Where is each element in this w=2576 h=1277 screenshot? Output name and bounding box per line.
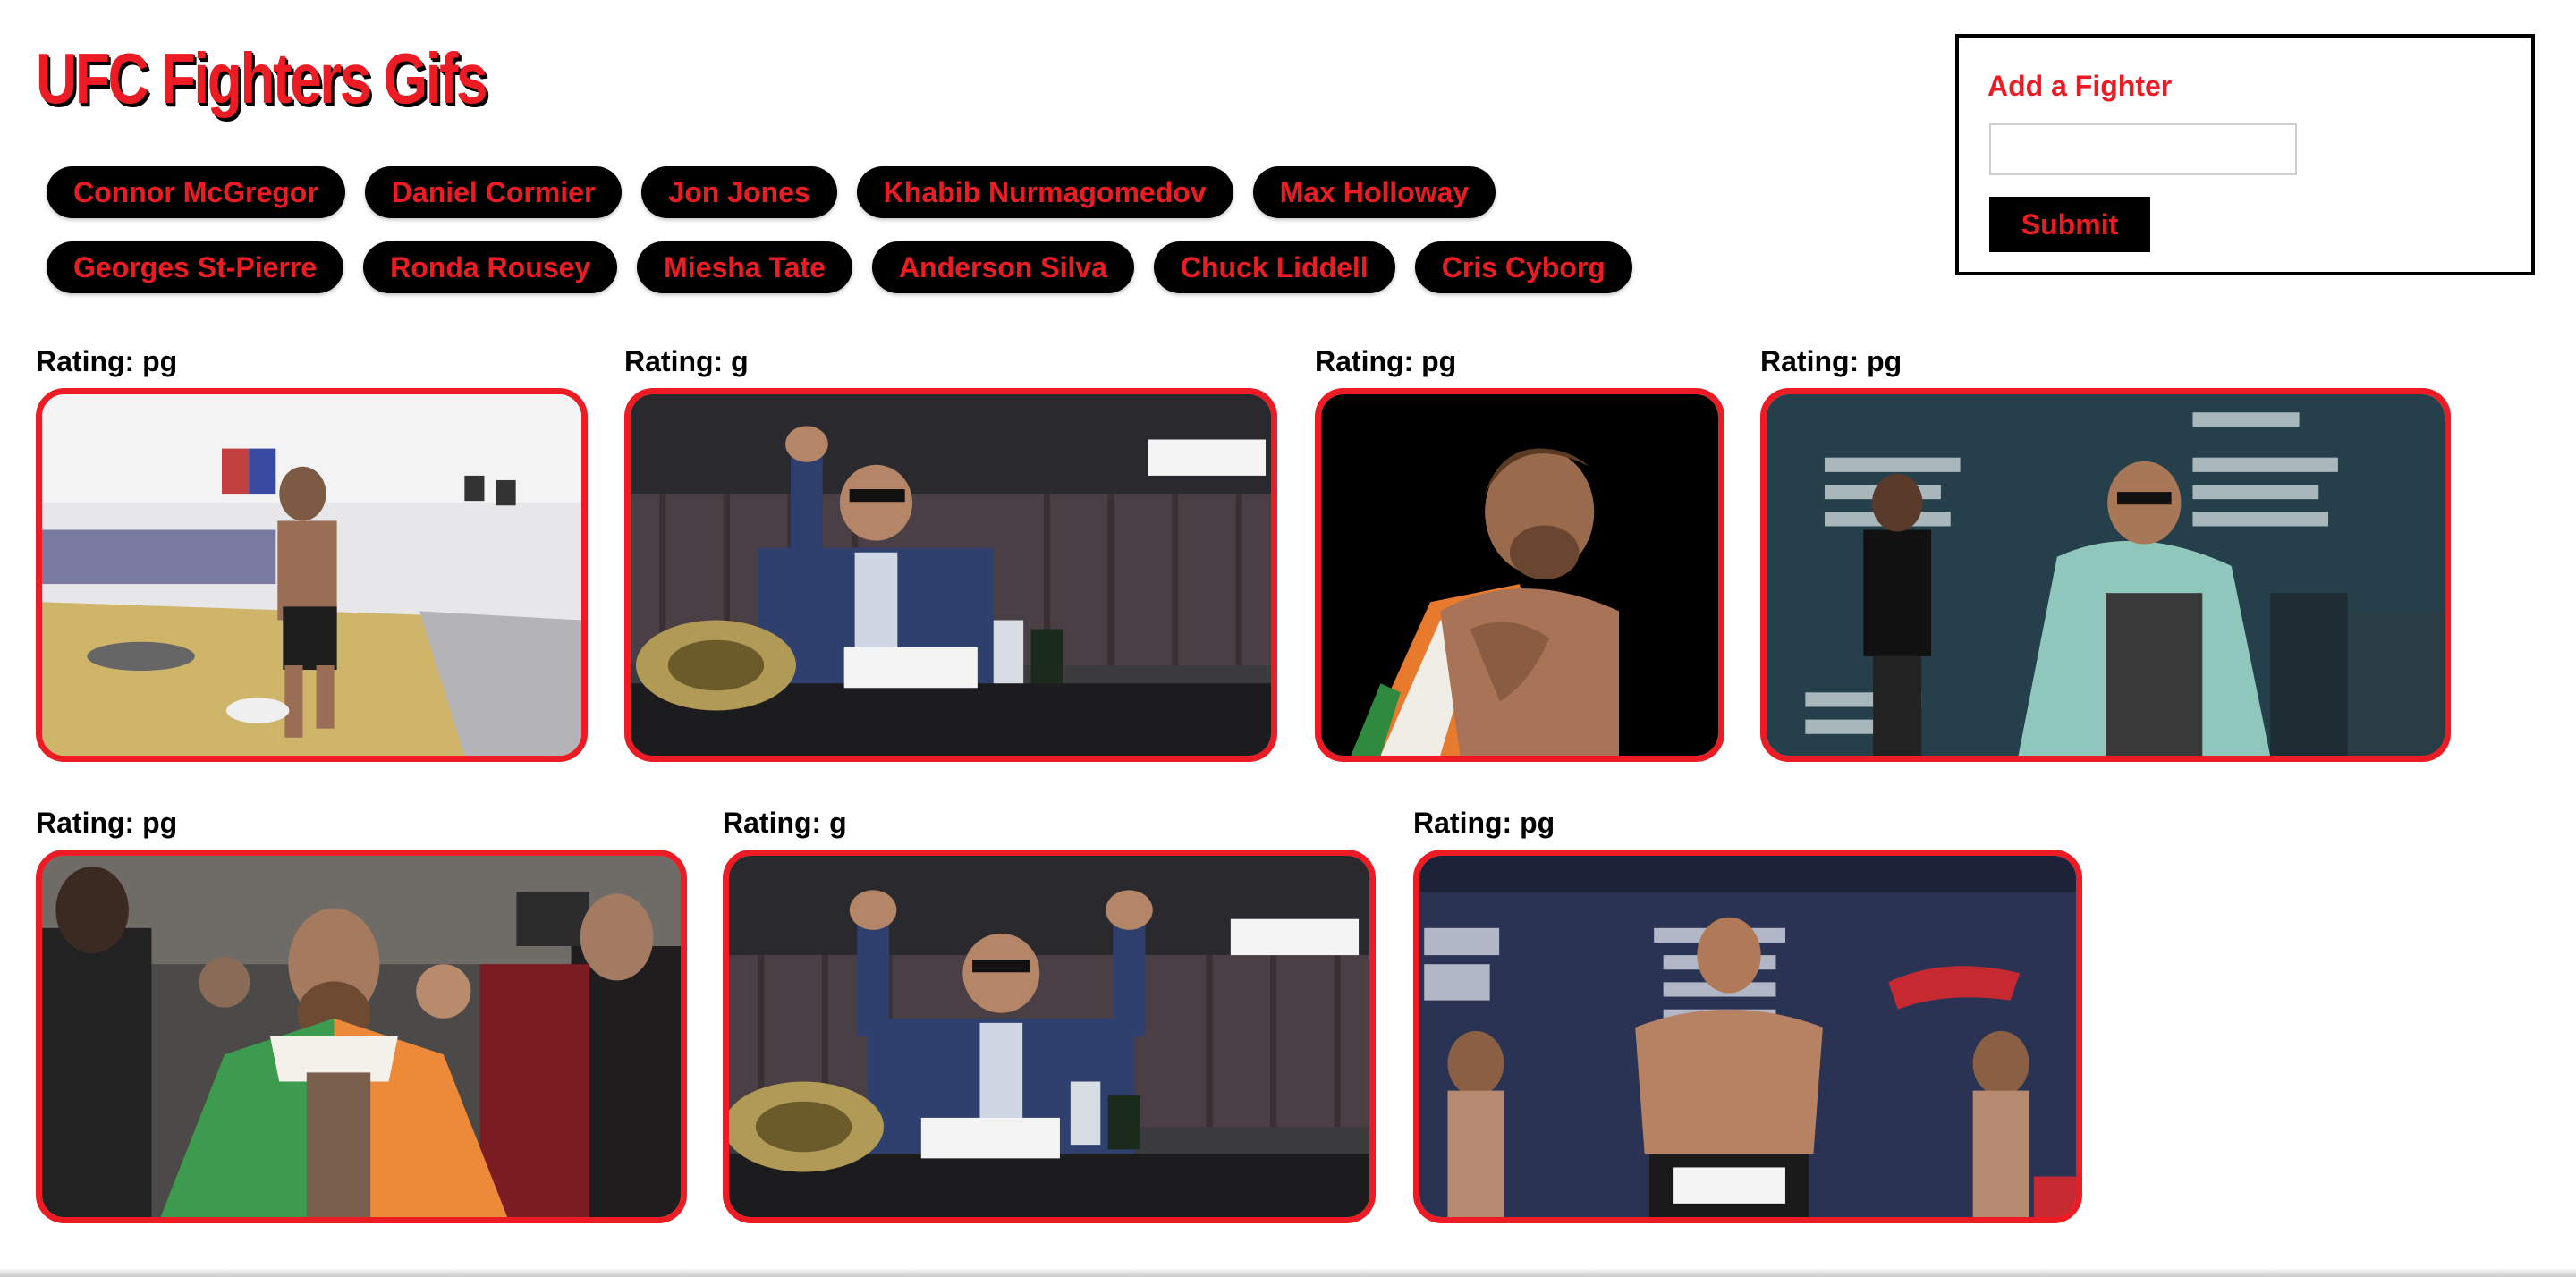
- fighter-button[interactable]: Miesha Tate: [637, 241, 852, 293]
- rating-label: Rating: pg: [36, 807, 178, 839]
- fighter-button-row-2: Georges St-Pierre Ronda Rousey Miesha Ta…: [47, 241, 1652, 293]
- fighter-button[interactable]: Daniel Cormier: [364, 166, 623, 218]
- fighter-button-row-1: Connor McGregor Daniel Cormier Jon Jones…: [47, 166, 1515, 218]
- page-title: UFC Fighters Gifs: [36, 38, 488, 118]
- rating-label: Rating: pg: [1413, 807, 1555, 839]
- fighter-button[interactable]: Chuck Liddell: [1153, 241, 1395, 293]
- gif-image[interactable]: [1315, 388, 1724, 762]
- gif-image[interactable]: [723, 850, 1376, 1223]
- gif-image[interactable]: [624, 388, 1277, 762]
- gif-image[interactable]: [1413, 850, 2082, 1223]
- fighter-button[interactable]: Max Holloway: [1252, 166, 1496, 218]
- fighter-button[interactable]: Connor McGregor: [47, 166, 345, 218]
- add-fighter-form: Add a Fighter Submit: [1955, 34, 2535, 275]
- fighter-button[interactable]: Anderson Silva: [871, 241, 1134, 293]
- rating-label: Rating: pg: [1760, 345, 1902, 377]
- add-fighter-title: Add a Fighter: [1987, 70, 2173, 102]
- fighter-button[interactable]: Ronda Rousey: [363, 241, 618, 293]
- rating-label: Rating: g: [723, 807, 847, 839]
- submit-button[interactable]: Submit: [1989, 197, 2150, 252]
- gif-image[interactable]: [36, 850, 687, 1223]
- gif-image[interactable]: [1760, 388, 2451, 762]
- rating-label: Rating: pg: [36, 345, 178, 377]
- rating-label: Rating: g: [624, 345, 749, 377]
- fighter-button[interactable]: Jon Jones: [641, 166, 837, 218]
- rating-label: Rating: pg: [1315, 345, 1457, 377]
- fighter-button[interactable]: Georges St-Pierre: [47, 241, 344, 293]
- fighter-button[interactable]: Khabib Nurmagomedov: [856, 166, 1233, 218]
- gif-image[interactable]: [36, 388, 588, 762]
- window-bottom-edge: [0, 1268, 2576, 1277]
- fighter-button[interactable]: Cris Cyborg: [1414, 241, 1632, 293]
- fighter-name-input[interactable]: [1989, 123, 2297, 175]
